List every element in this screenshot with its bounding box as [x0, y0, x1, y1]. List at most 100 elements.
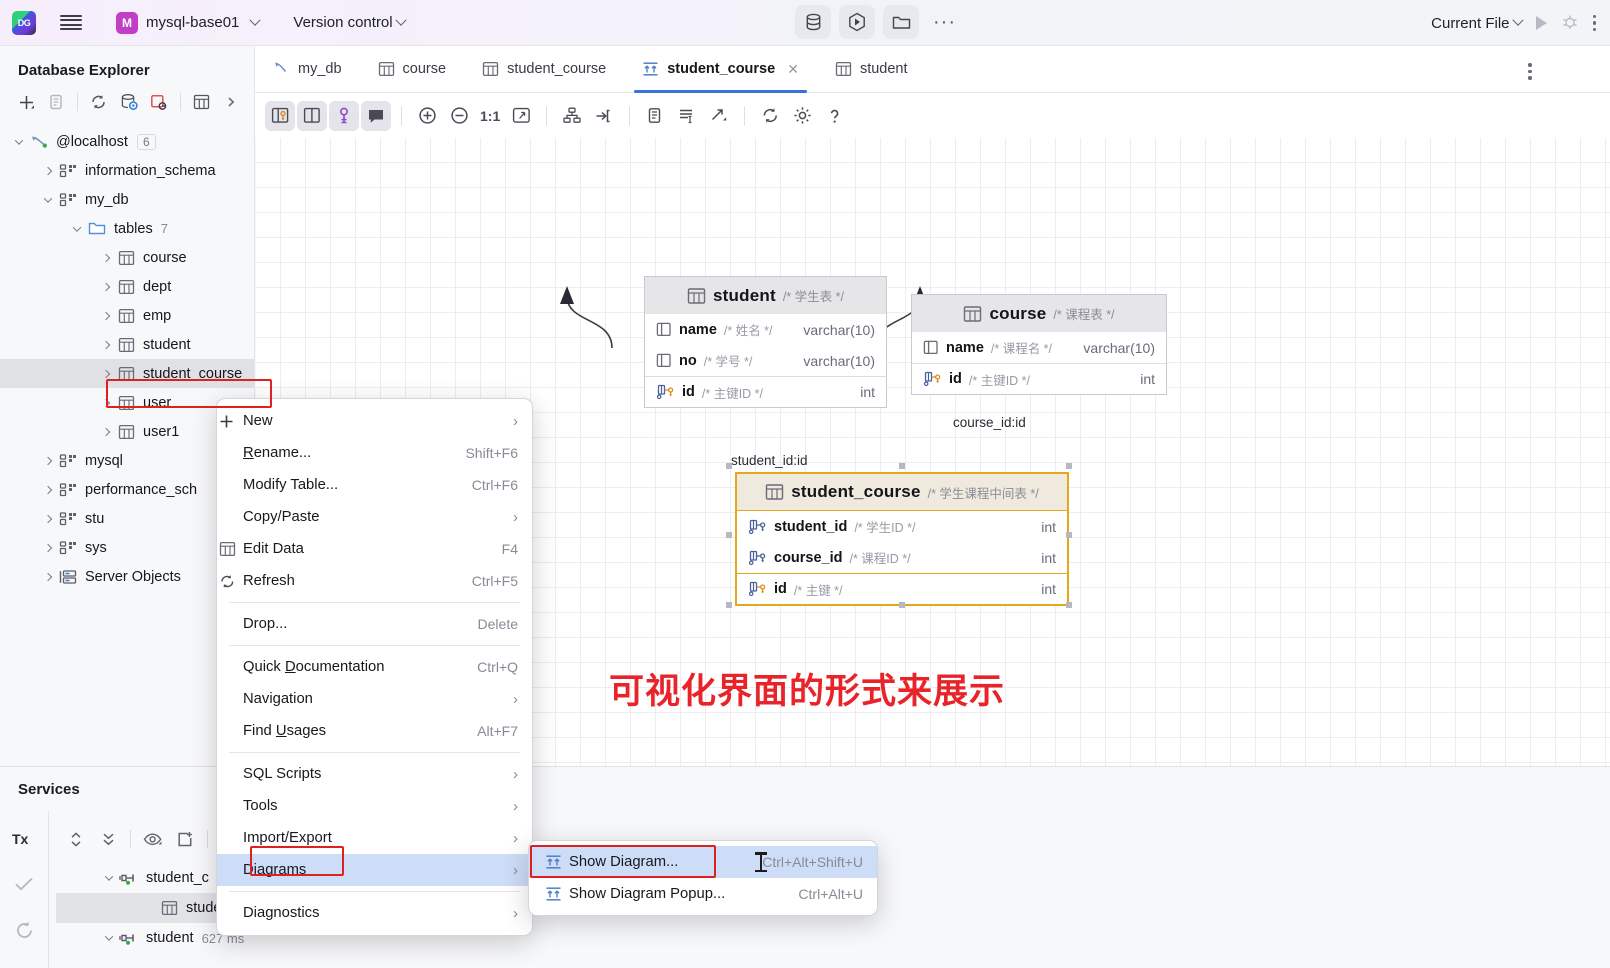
more-vertical-icon[interactable] — [1592, 14, 1596, 32]
menu-item-quickdocumentation[interactable]: Quick Documentation Ctrl+Q — [217, 651, 532, 683]
table-context-menu[interactable]: New › Rename... Shift+F6 Modify Table... Ctrl… — [216, 398, 533, 936]
debug-icon[interactable] — [1561, 13, 1579, 34]
zoom-level-label[interactable]: 1:1 — [476, 108, 504, 124]
chevron-down-icon[interactable] — [10, 133, 28, 151]
step-icon[interactable] — [0, 953, 48, 968]
menu-item-drop[interactable]: Drop... Delete — [217, 608, 532, 640]
tree-item-course[interactable]: course — [0, 243, 254, 272]
selection-handle[interactable] — [726, 532, 732, 538]
run-console-icon[interactable] — [839, 5, 875, 39]
tree-item-localhost[interactable]: @localhost 6 — [0, 127, 254, 156]
chevron-down-icon[interactable] — [39, 191, 57, 209]
menu-item-diagnostics[interactable]: Diagnostics › — [217, 897, 532, 929]
tree-item-tables[interactable]: tables 7 — [0, 214, 254, 243]
copy-diagram-icon[interactable] — [640, 101, 670, 131]
selection-handle[interactable] — [899, 602, 905, 608]
open-new-tab-icon[interactable] — [169, 825, 201, 853]
selection-handle[interactable] — [1066, 602, 1072, 608]
submenu-item-showdiagram[interactable]: Show Diagram... Ctrl+Alt+Shift+U — [529, 846, 877, 878]
settings-icon[interactable] — [787, 101, 817, 131]
selection-handle[interactable] — [1066, 463, 1072, 469]
chevron-down-icon[interactable] — [100, 869, 118, 887]
database-icon[interactable] — [795, 5, 831, 39]
menu-item-modifytable[interactable]: Modify Table... Ctrl+F6 — [217, 469, 532, 501]
menu-item-findusages[interactable]: Find Usages Alt+F7 — [217, 715, 532, 747]
menu-item-sqlscripts[interactable]: SQL Scripts › — [217, 758, 532, 790]
new-table-icon[interactable] — [144, 89, 174, 115]
tree-item-my_db[interactable]: my_db — [0, 185, 254, 214]
add-icon[interactable] — [12, 89, 42, 115]
node-column-name[interactable]: name /* 姓名 */ varchar(10) — [645, 314, 886, 345]
node-column-id[interactable]: id /* 主键ID */ int — [645, 376, 886, 407]
chevron-right-icon[interactable] — [97, 336, 115, 354]
chevron-right-icon[interactable] — [97, 365, 115, 383]
node-column-course_id[interactable]: course_id /* 课程ID */ int — [737, 542, 1067, 573]
chevron-right-icon[interactable] — [39, 452, 57, 470]
editor-tab-student[interactable]: student — [817, 46, 926, 93]
chevron-right-icon[interactable] — [97, 249, 115, 267]
selection-handle[interactable] — [1066, 532, 1072, 538]
run-configuration-selector[interactable]: Current File — [1431, 15, 1524, 32]
editor-tab-student_course[interactable]: student_course ✕ — [624, 46, 817, 93]
db-settings-icon[interactable] — [114, 89, 144, 115]
eye-icon[interactable] — [137, 825, 169, 853]
refresh-icon[interactable] — [755, 101, 785, 131]
project-selector[interactable]: M mysql-base01 — [108, 9, 267, 37]
chevron-right-icon[interactable] — [39, 539, 57, 557]
diagram-node-student_course[interactable]: student_course /* 学生课程中间表 */ student_id /* … — [735, 472, 1069, 606]
editor-tab-my_db[interactable]: my_db — [255, 46, 360, 93]
fit-content-icon[interactable] — [506, 101, 536, 131]
rollback-icon[interactable] — [0, 907, 48, 953]
diagram-node-student[interactable]: student/* 学生表 */name/* 姓名 */varchar(10) n… — [644, 276, 887, 408]
tx-label[interactable]: Tx — [0, 831, 50, 847]
refresh-icon[interactable] — [84, 89, 114, 115]
show-comments-icon[interactable] — [361, 100, 391, 131]
chevron-right-icon[interactable] — [39, 568, 57, 586]
menu-item-copypaste[interactable]: Copy/Paste › — [217, 501, 532, 533]
fit-selection-icon[interactable] — [589, 101, 619, 131]
run-icon[interactable] — [1535, 16, 1547, 30]
menu-item-rename[interactable]: Rename... Shift+F6 — [217, 437, 532, 469]
chevron-right-icon[interactable] — [97, 307, 115, 325]
node-column-name[interactable]: name /* 课程名 */ varchar(10) — [912, 332, 1166, 363]
node-column-student_id[interactable]: student_id /* 学生ID */ int — [737, 511, 1067, 542]
selection-handle[interactable] — [899, 463, 905, 469]
folder-icon[interactable] — [883, 5, 919, 39]
zoom-in-icon[interactable] — [412, 101, 442, 131]
commit-icon[interactable] — [0, 861, 48, 907]
more-icon[interactable]: ··· — [927, 12, 962, 32]
tree-item-dept[interactable]: dept — [0, 272, 254, 301]
tree-item-information_schema[interactable]: information_schema — [0, 156, 254, 185]
chevron-down-icon[interactable] — [100, 929, 118, 947]
hamburger-icon[interactable] — [60, 14, 82, 31]
node-column-no[interactable]: no /* 学号 */ varchar(10) — [645, 345, 886, 376]
menu-item-navigation[interactable]: Navigation › — [217, 683, 532, 715]
layout-icon[interactable] — [557, 101, 587, 131]
menu-item-diagrams[interactable]: Diagrams › — [217, 854, 532, 886]
show-keys-icon[interactable] — [329, 100, 359, 131]
menu-item-editdata[interactable]: Edit Data F4 — [217, 533, 532, 565]
tree-item-student_course[interactable]: student_course — [0, 359, 254, 388]
version-control-menu[interactable]: Version control — [293, 14, 407, 31]
node-column-id[interactable]: id /* 主键ID */ int — [912, 363, 1166, 394]
node-column-id[interactable]: id /* 主键 */ int — [737, 573, 1067, 604]
diagram-node-course[interactable]: course /* 课程表 */ name /* 课程名 */ varchar(10) i… — [911, 294, 1167, 395]
chevron-right-icon[interactable] — [39, 510, 57, 528]
close-icon[interactable]: ✕ — [787, 61, 799, 78]
chevron-right-icon[interactable] — [97, 394, 115, 412]
selection-handle[interactable] — [726, 463, 732, 469]
collapse-all-icon[interactable] — [92, 825, 124, 853]
tree-item-student[interactable]: student — [0, 330, 254, 359]
menu-item-importexport[interactable]: Import/Export › — [217, 822, 532, 854]
chevron-right-icon[interactable] — [39, 481, 57, 499]
show-panels-icon[interactable] — [297, 100, 327, 131]
chevron-right-icon[interactable] — [39, 162, 57, 180]
show-columns-icon[interactable] — [265, 100, 295, 131]
editor-tab-student_course[interactable]: student_course — [464, 46, 624, 93]
diagrams-submenu[interactable]: Show Diagram... Ctrl+Alt+Shift+U Show Diag… — [528, 840, 878, 916]
menu-item-refresh[interactable]: Refresh Ctrl+F5 — [217, 565, 532, 597]
menu-item-new[interactable]: New › — [217, 405, 532, 437]
menu-item-tools[interactable]: Tools › — [217, 790, 532, 822]
tree-item-emp[interactable]: emp — [0, 301, 254, 330]
expand-collapse-icon[interactable] — [60, 825, 92, 853]
